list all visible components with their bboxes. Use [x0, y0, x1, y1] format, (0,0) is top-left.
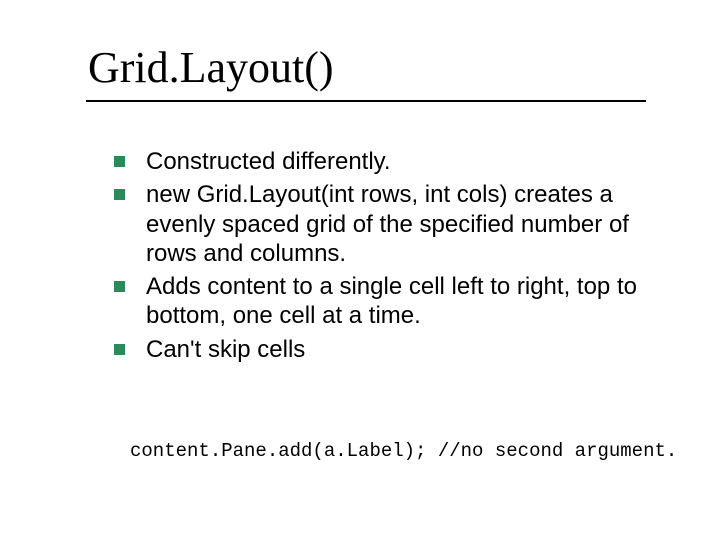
- bullet-text: Adds content to a single cell left to ri…: [146, 273, 637, 329]
- bullet-text: Can't skip cells: [146, 336, 305, 363]
- slide-title: Grid.Layout(): [88, 42, 334, 93]
- list-item: Adds content to a single cell left to ri…: [114, 272, 674, 331]
- bullet-list: Constructed differently. new Grid.Layout…: [114, 147, 674, 368]
- slide: Grid.Layout() Constructed differently. n…: [0, 0, 720, 540]
- square-bullet-icon: [114, 344, 125, 355]
- code-line: content.Pane.add(a.Label); //no second a…: [130, 440, 677, 462]
- title-underline: [86, 100, 646, 102]
- square-bullet-icon: [114, 281, 125, 292]
- list-item: Can't skip cells: [114, 335, 674, 364]
- bullet-text: new Grid.Layout(int rows, int cols) crea…: [146, 181, 629, 267]
- square-bullet-icon: [114, 189, 125, 200]
- bullet-text: Constructed differently.: [146, 148, 391, 175]
- square-bullet-icon: [114, 156, 125, 167]
- list-item: new Grid.Layout(int rows, int cols) crea…: [114, 180, 674, 268]
- list-item: Constructed differently.: [114, 147, 674, 176]
